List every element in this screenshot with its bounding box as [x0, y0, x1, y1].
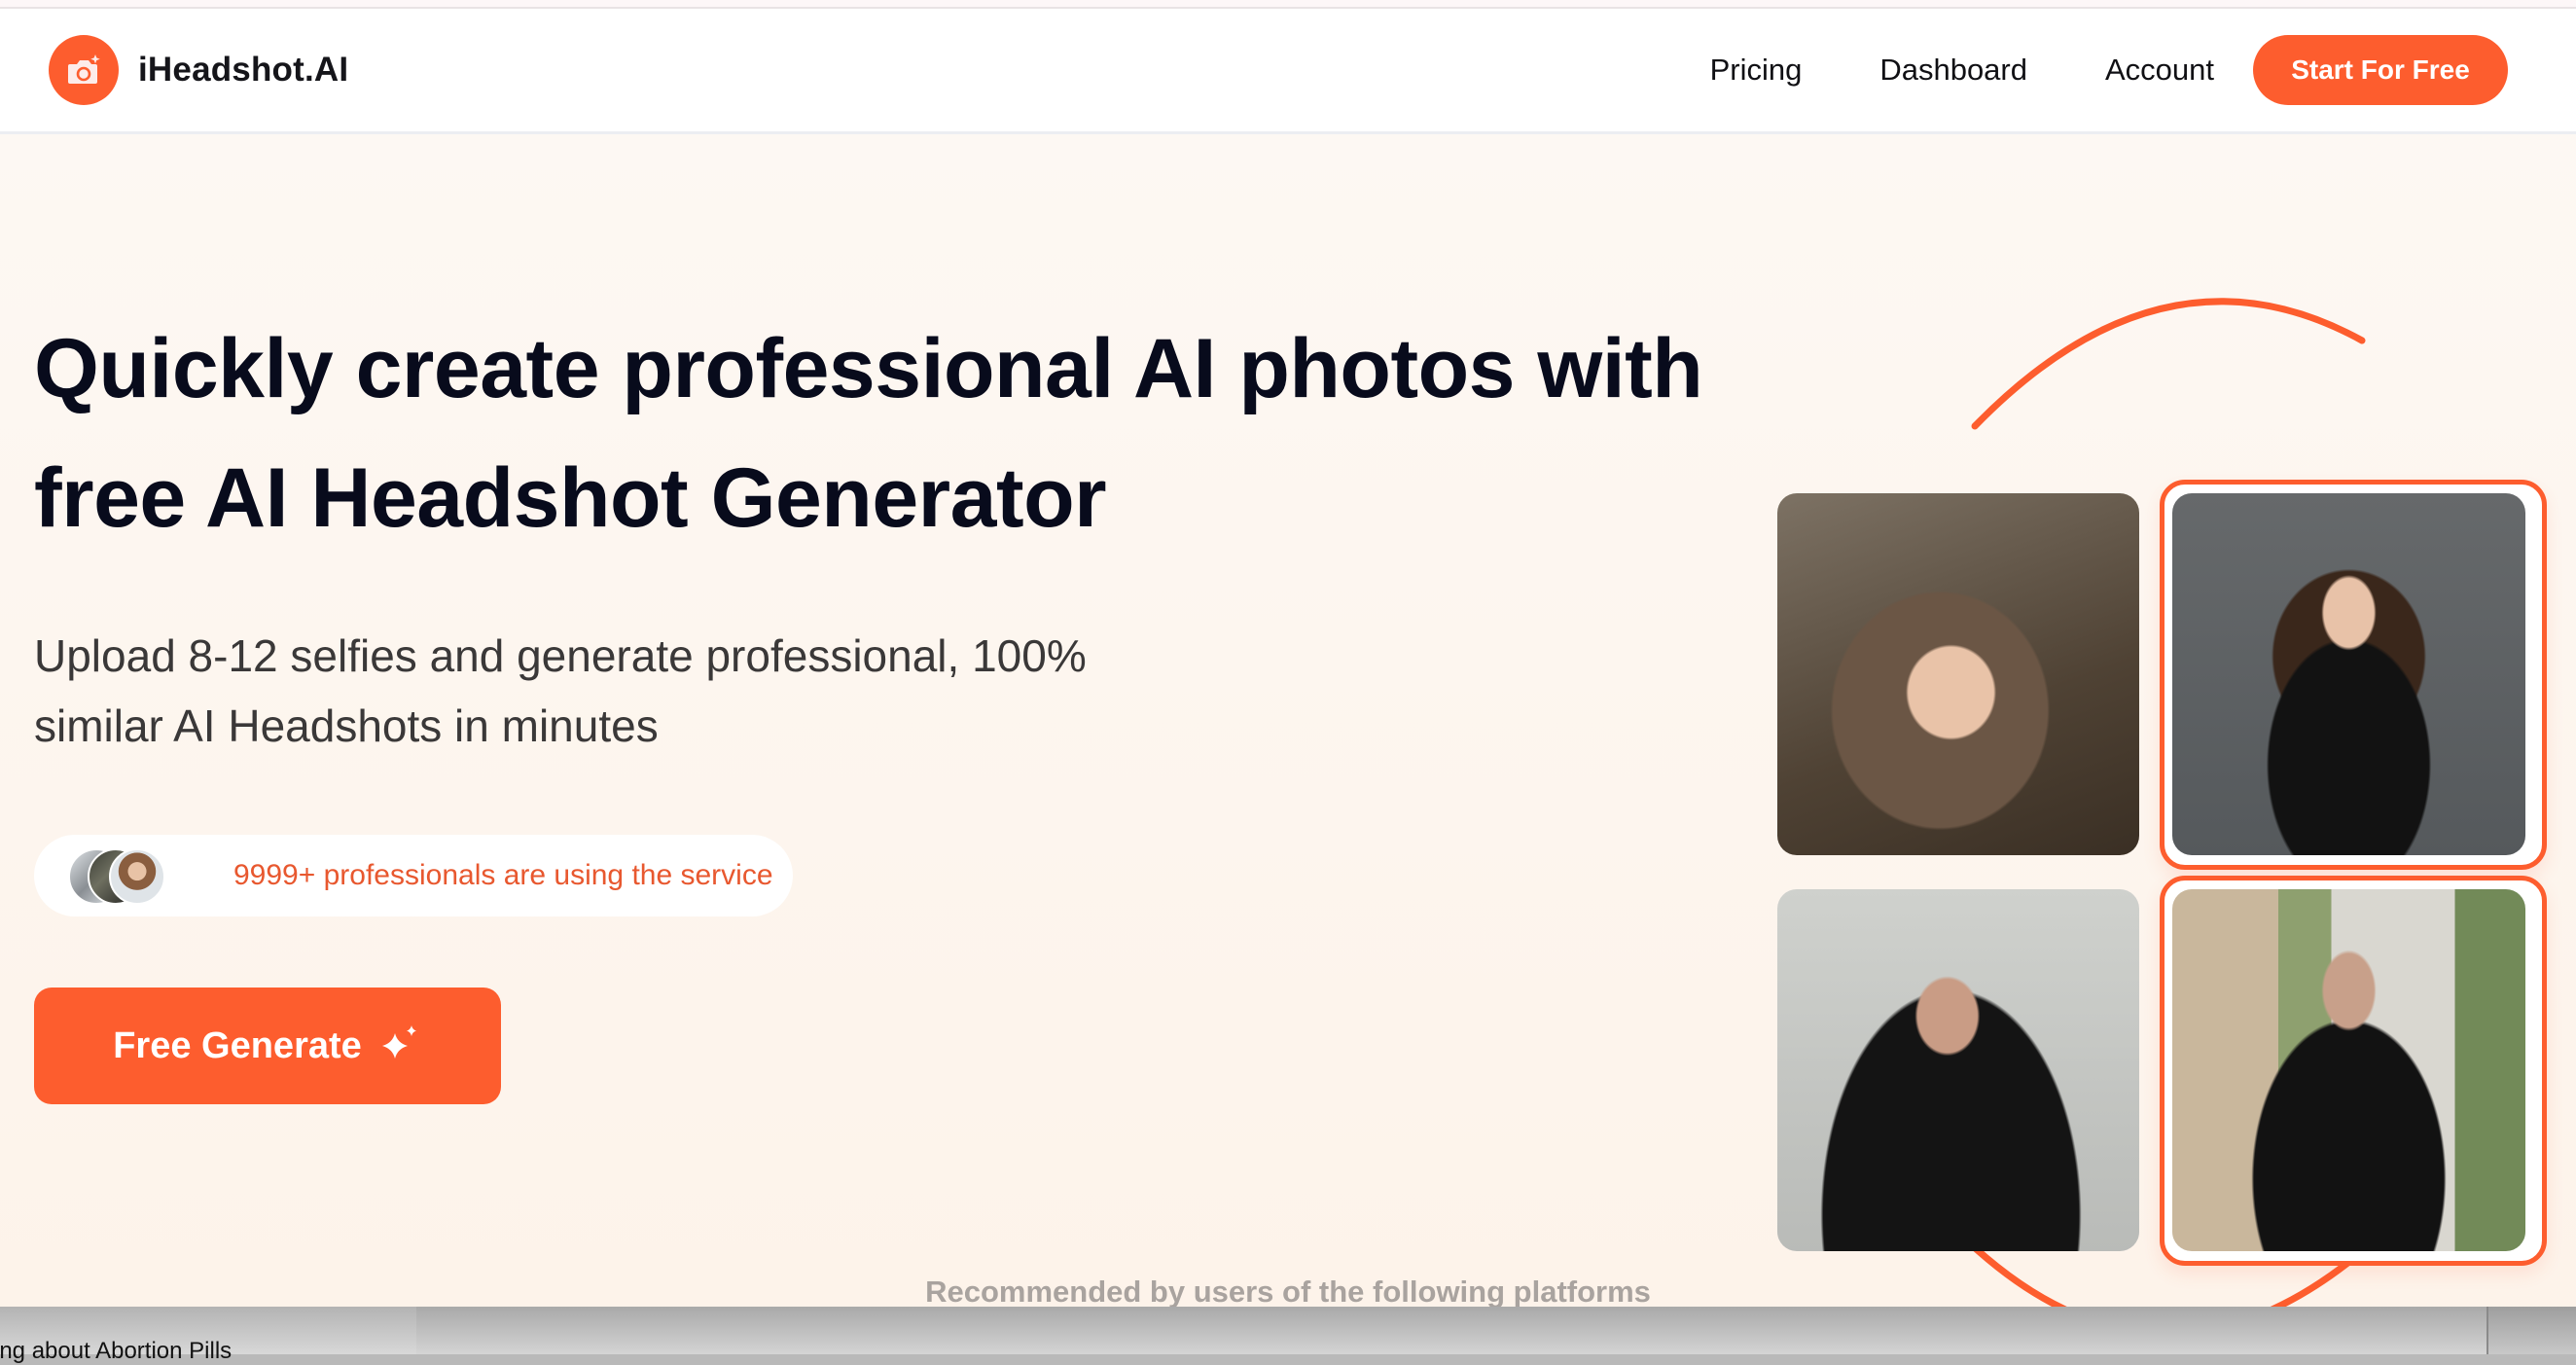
browser-window: iHeadshot.AI Pricing Dashboard Account S… — [0, 0, 2576, 1307]
recommended-heading: Recommended by users of the following pl… — [925, 1275, 1651, 1307]
hero-subtitle: Upload 8-12 selfies and generate profess… — [34, 630, 1087, 751]
main-nav: Pricing Dashboard Account Start For Free — [1710, 9, 2576, 131]
nav-pricing[interactable]: Pricing — [1710, 53, 1803, 88]
social-proof-text: 9999+ professionals are using the servic… — [233, 859, 773, 891]
gallery-photo-selfie-man — [1777, 889, 2139, 1251]
camera-sparkle-icon — [49, 35, 119, 105]
background-window: ing about Abortion Pills — [0, 1307, 2576, 1364]
browser-top-strip — [0, 0, 2576, 9]
start-for-free-button[interactable]: Start For Free — [2253, 35, 2508, 105]
free-generate-button[interactable]: Free Generate — [34, 988, 501, 1104]
gallery-photo-selfie-woman — [1777, 493, 2139, 855]
gallery-photo-headshot-woman — [2172, 493, 2525, 855]
nav-dashboard[interactable]: Dashboard — [1879, 53, 2027, 88]
before-after-gallery — [1751, 270, 2576, 1307]
navbar: iHeadshot.AI Pricing Dashboard Account S… — [0, 9, 2576, 134]
sparkle-icon — [381, 1025, 416, 1059]
brand-logo[interactable]: iHeadshot.AI — [49, 35, 348, 105]
social-proof-badge: 9999+ professionals are using the servic… — [34, 835, 793, 916]
gallery-photo-headshot-man — [2172, 889, 2525, 1251]
background-window-edge — [2487, 1307, 2576, 1354]
avatar — [109, 848, 165, 905]
hero-section: Quickly create professional AI photos wi… — [0, 134, 2576, 1307]
nav-account[interactable]: Account — [2105, 53, 2214, 88]
hero-headline: Quickly create professional AI photos wi… — [34, 322, 1703, 545]
free-generate-label: Free Generate — [113, 1024, 362, 1066]
brand-name: iHeadshot.AI — [138, 51, 349, 89]
background-window-text: ing about Abortion Pills — [0, 1338, 233, 1364]
user-avatars — [68, 848, 165, 905]
